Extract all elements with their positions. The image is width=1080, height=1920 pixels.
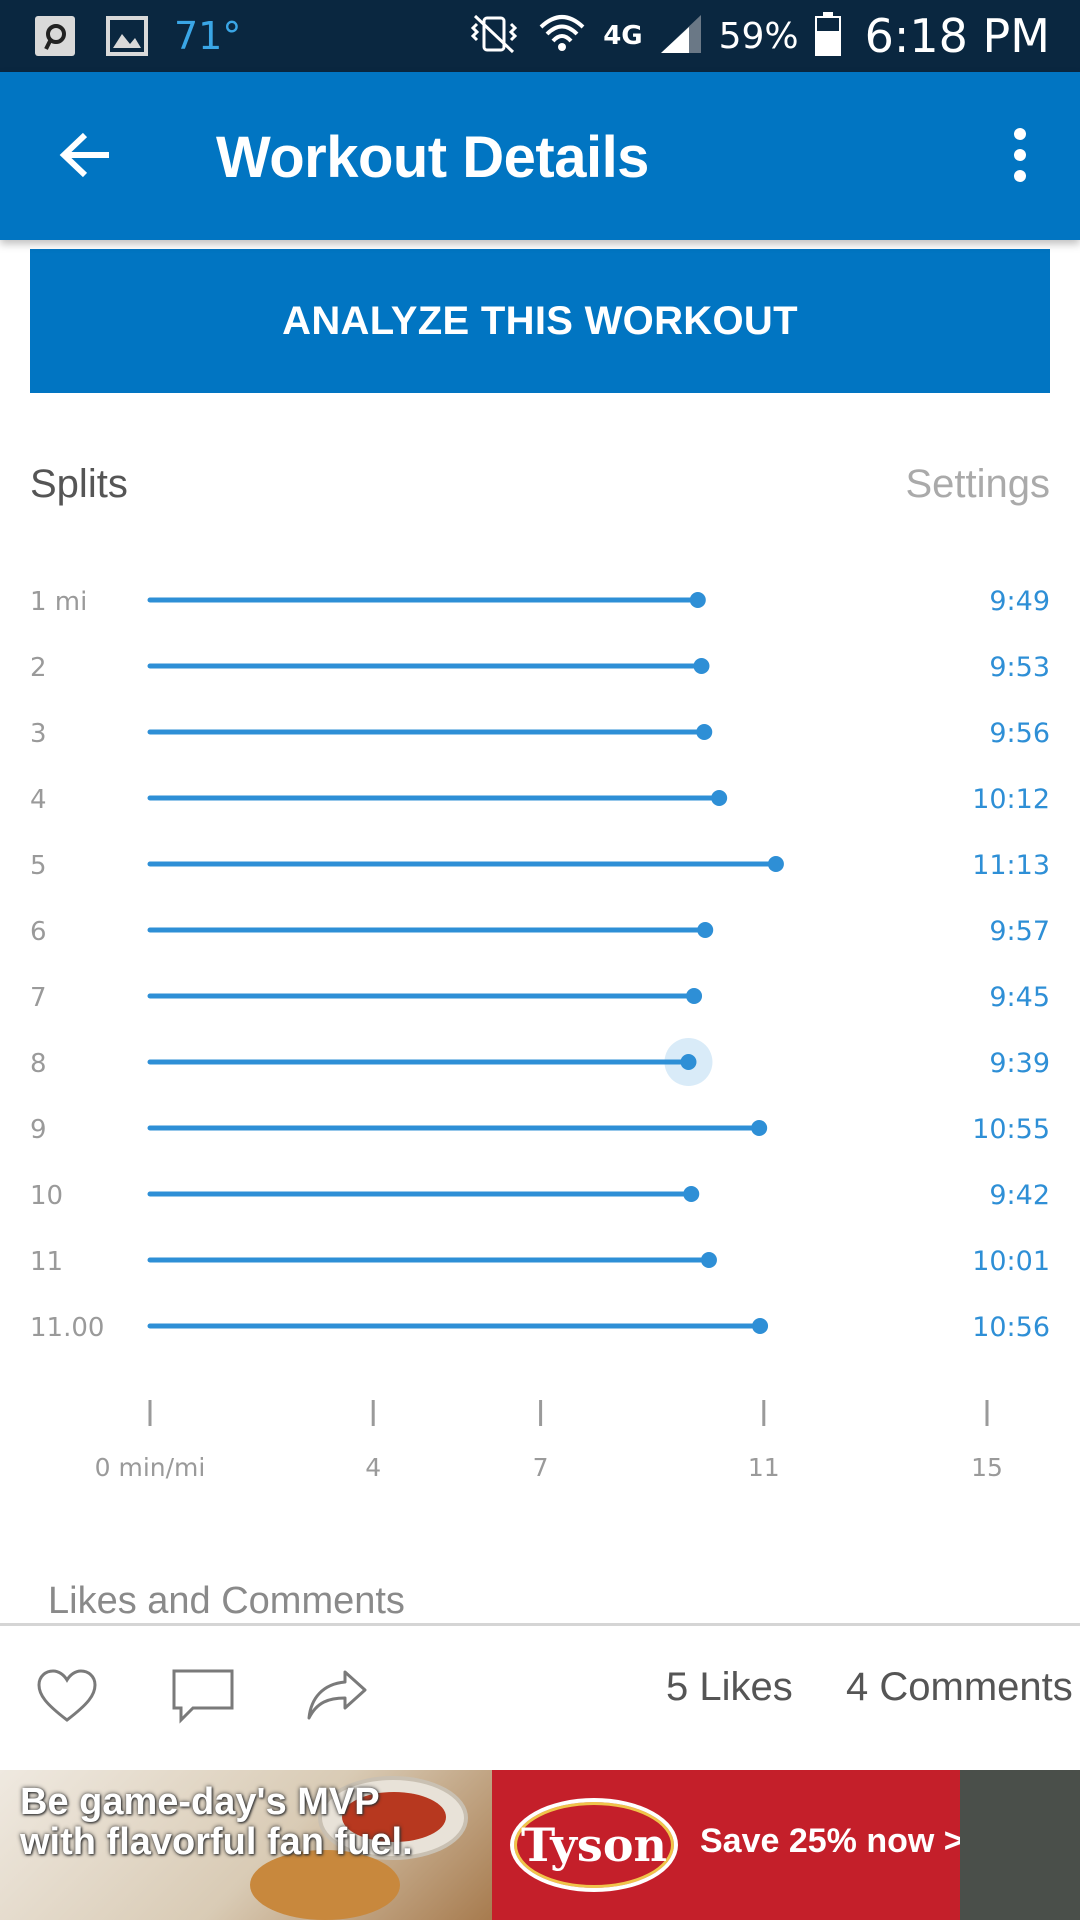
split-label: 10: [30, 1181, 63, 1211]
split-point: [680, 1054, 697, 1070]
split-pace: 9:57: [989, 916, 1050, 947]
app-notification-icon: [30, 12, 80, 60]
split-label: 3: [30, 719, 47, 749]
split-pace: 10:55: [972, 1114, 1050, 1145]
more-vert-icon: [1014, 128, 1026, 140]
split-pace: 9:56: [989, 718, 1050, 749]
status-right: 4G 59% 6:18 PM: [467, 9, 1050, 63]
split-label: 7: [30, 983, 47, 1013]
split-pace: 9:53: [989, 652, 1050, 683]
ad-banner[interactable]: Be game-day's MVP with flavorful fan fue…: [0, 1770, 1080, 1920]
likes-comments-heading: Likes and Comments: [48, 1580, 405, 1622]
split-pace: 10:01: [972, 1246, 1050, 1277]
back-button[interactable]: [52, 122, 118, 188]
battery-icon: [814, 12, 841, 60]
split-point: [693, 658, 710, 674]
more-vert-dot: [1014, 149, 1026, 161]
split-point: [689, 592, 706, 608]
ad-side-panel: [960, 1770, 1080, 1920]
splits-title: Splits: [30, 462, 128, 506]
status-left: 71°: [30, 12, 241, 60]
split-pace: 9:39: [989, 1048, 1050, 1079]
tyson-logo: Tyson: [510, 1798, 678, 1892]
network-type: 4G: [603, 21, 643, 51]
split-pace: 9:49: [989, 586, 1050, 617]
comments-count[interactable]: 4 Comments: [846, 1665, 1073, 1710]
split-label: 5: [30, 851, 47, 881]
ad-headline: Be game-day's MVP with flavorful fan fue…: [20, 1781, 413, 1863]
split-pace: 11:13: [972, 850, 1050, 881]
split-pace: 9:45: [989, 982, 1050, 1013]
app-bar: Workout Details: [0, 72, 1080, 240]
split-point: [767, 856, 784, 872]
split-point: [751, 1120, 768, 1136]
split-point: [696, 724, 713, 740]
comment-button[interactable]: [168, 1666, 238, 1726]
clock: 6:18 PM: [864, 9, 1050, 63]
splits-chart: 1 mi 9:49 2 9:53 3 9:56 4 10:12 5 11:13 6 9:57 7 9:45…: [30, 586, 1050, 1482]
split-point: [686, 988, 703, 1004]
x-tick-label: 11: [748, 1453, 780, 1482]
comment-icon: [172, 1669, 234, 1724]
split-label: 6: [30, 917, 47, 947]
likes-count[interactable]: 5 Likes: [666, 1665, 793, 1710]
split-label: 9: [30, 1115, 47, 1145]
split-point: [697, 922, 714, 938]
share-button[interactable]: [302, 1666, 372, 1726]
split-pace: 9:42: [989, 1180, 1050, 1211]
more-vert-dot: [1014, 170, 1026, 182]
split-label: 11.00: [30, 1313, 104, 1343]
share-icon: [307, 1670, 367, 1720]
vibrate-mute-icon: [467, 12, 521, 60]
wifi-icon: [537, 11, 587, 61]
split-point: [752, 1318, 769, 1334]
split-label: 1 mi: [30, 587, 87, 617]
analyze-workout-button[interactable]: ANALYZE THIS WORKOUT: [30, 249, 1050, 393]
split-pace: 10:56: [972, 1312, 1050, 1343]
split-label: 11: [30, 1247, 63, 1277]
split-pace: 10:12: [972, 784, 1050, 815]
split-label: 4: [30, 785, 47, 815]
like-button[interactable]: [32, 1666, 102, 1726]
split-label: 2: [30, 653, 47, 683]
gallery-icon: [102, 12, 152, 60]
battery-percent: 59%: [718, 15, 799, 57]
temperature: 71°: [174, 14, 242, 58]
split-point: [700, 1252, 717, 1268]
x-tick-label: 0 min/mi: [95, 1453, 206, 1482]
heart-icon: [37, 1669, 97, 1722]
arrow-left-icon: [59, 132, 109, 178]
x-tick-label: 15: [971, 1453, 1003, 1482]
signal-icon: [659, 13, 703, 59]
x-tick-label: 4: [365, 1453, 381, 1482]
overflow-menu-button[interactable]: [1000, 122, 1040, 188]
x-tick-label: 7: [533, 1453, 549, 1482]
split-point: [683, 1186, 700, 1202]
status-bar: 71° 4G 59% 6:18 PM: [0, 0, 1080, 72]
splits-settings-link[interactable]: Settings: [905, 462, 1050, 507]
page-title: Workout Details: [216, 125, 649, 190]
ad-cta[interactable]: Save 25% now >: [700, 1822, 964, 1861]
split-point: [711, 790, 728, 806]
split-label: 8: [30, 1049, 47, 1079]
